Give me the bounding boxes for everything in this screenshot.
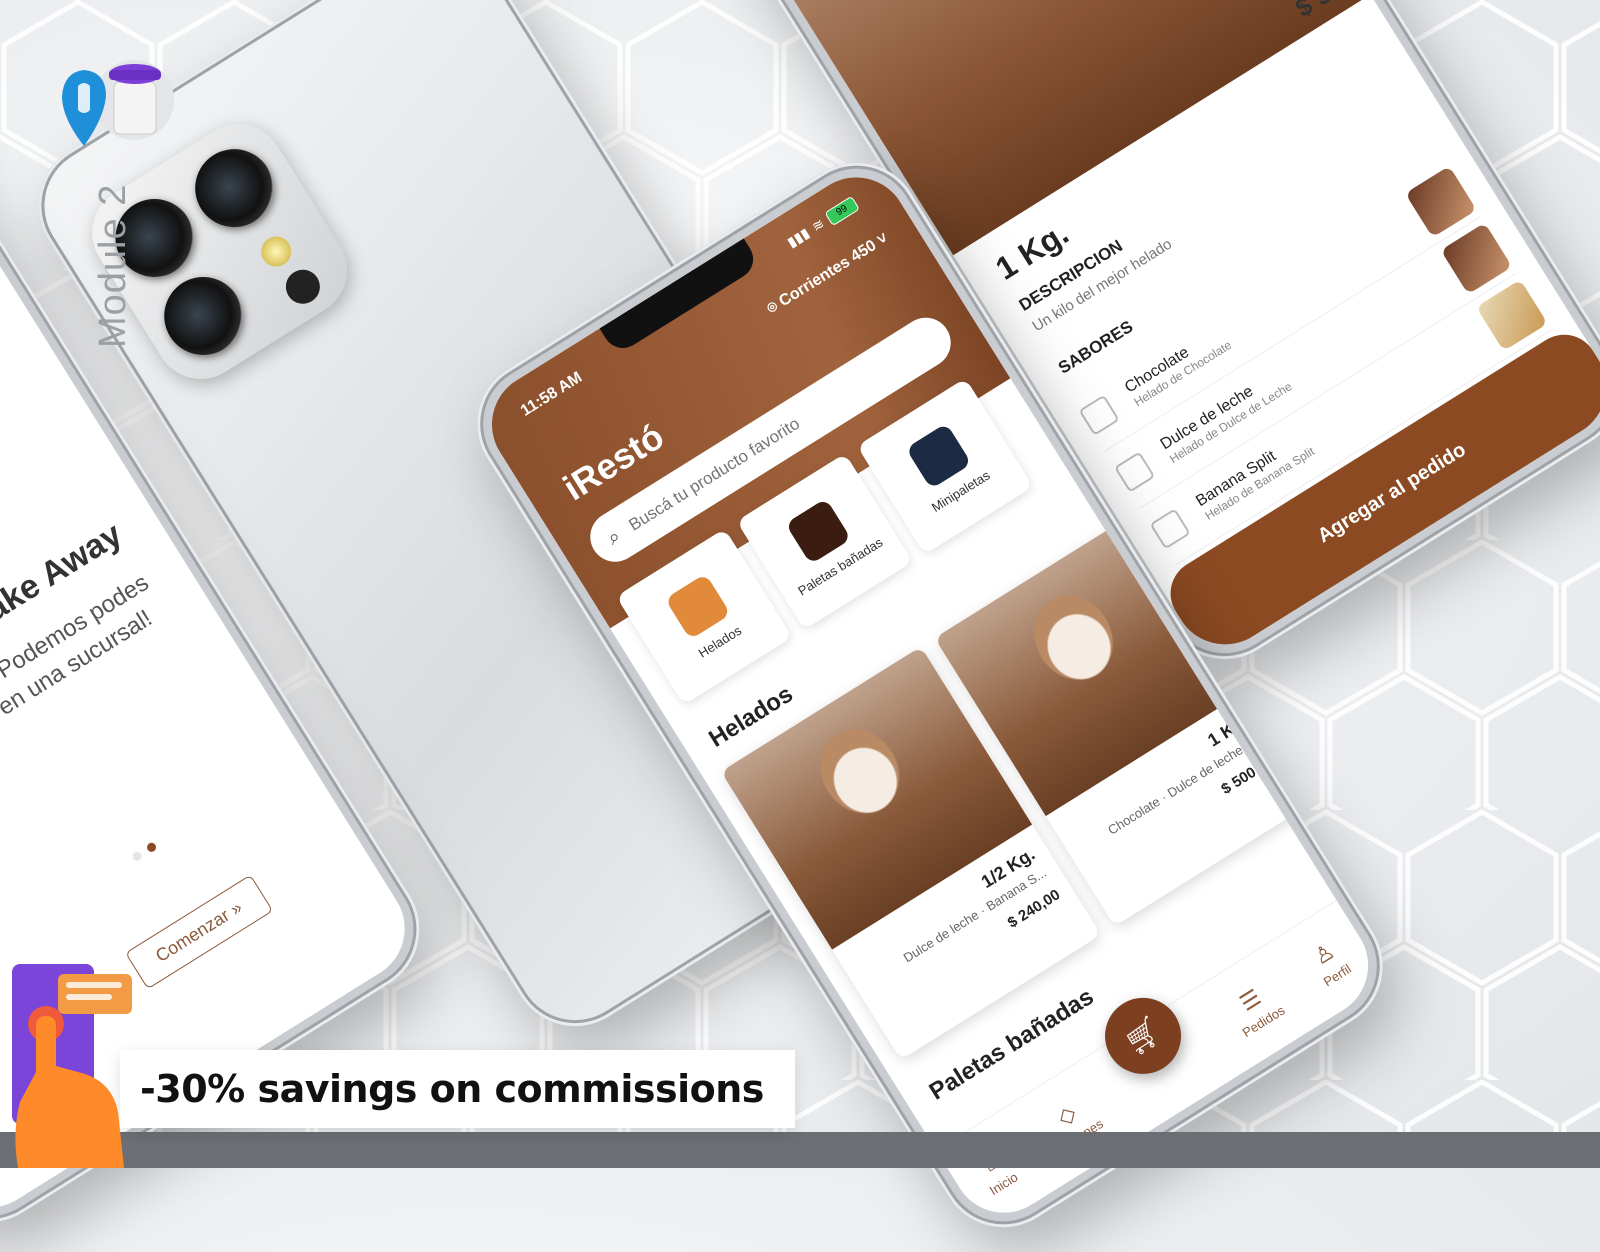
minipaleta-icon [905, 422, 972, 489]
footer-bar [0, 1132, 1600, 1168]
flavor-checkbox[interactable] [1078, 394, 1120, 436]
helados-icon [664, 573, 731, 640]
flavor-checkbox[interactable] [1149, 508, 1191, 550]
promo-text: -30% savings on commissions [140, 1067, 764, 1111]
list-icon: ☰ [1235, 983, 1266, 1016]
module-label: Module 2 [92, 183, 134, 348]
tag-icon: ◇ [1052, 1099, 1081, 1130]
tab-perfil[interactable]: ♙ Perfil [1305, 935, 1354, 989]
hand-pointer-icon [12, 964, 132, 1168]
promo-banner: -30% savings on commissions [120, 1050, 795, 1128]
pagination-dot-active[interactable] [145, 841, 158, 854]
user-icon: ♙ [1308, 937, 1339, 970]
search-icon: ⌕ [603, 524, 625, 550]
flavor-checkbox[interactable] [1113, 451, 1156, 493]
camera-lens-icon [149, 262, 257, 370]
lidar-sensor-icon [279, 263, 327, 311]
cart-icon: 🛒︎ [1118, 1011, 1168, 1061]
paleta-icon [784, 497, 852, 564]
pagination-dots [130, 841, 158, 863]
flash-icon [255, 230, 297, 273]
app-logo-icon [62, 60, 174, 146]
pagination-dot[interactable] [130, 850, 144, 863]
camera-lens-icon [180, 134, 288, 242]
comenzar-button[interactable]: Comenzar » [124, 874, 274, 990]
tab-pedidos[interactable]: ☰ Pedidos [1224, 977, 1287, 1040]
